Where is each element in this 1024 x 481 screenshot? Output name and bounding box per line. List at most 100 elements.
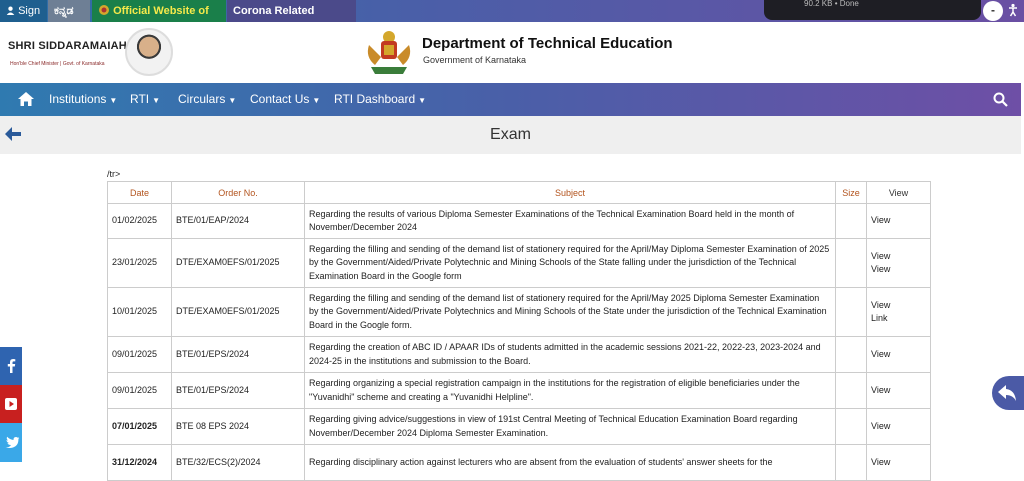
row-view-cell: View View bbox=[866, 238, 931, 288]
google-form-link[interactable]: Link bbox=[871, 312, 926, 326]
sign-in-link[interactable]: Sign In bbox=[0, 0, 47, 39]
youtube-icon bbox=[5, 398, 17, 410]
accessibility-icon[interactable] bbox=[1006, 3, 1020, 17]
youtube-share-button[interactable] bbox=[0, 385, 22, 423]
chevron-down-icon: ▼ bbox=[228, 96, 237, 105]
exam-circulars-table: Date Order No. Subject Size View 01/02/2… bbox=[107, 181, 931, 481]
chevron-down-icon: ▼ bbox=[312, 96, 321, 105]
table-row: 07/01/2025 BTE 08 EPS 2024 Regarding giv… bbox=[107, 408, 931, 445]
view-link[interactable]: View bbox=[871, 299, 926, 313]
row-order-no: DTE/EXAM0EFS/01/2025 bbox=[171, 287, 305, 337]
row-view-cell: View bbox=[866, 408, 931, 445]
row-subject: Regarding disciplinary action against le… bbox=[304, 444, 836, 481]
corona-info-link[interactable]: Corona Related Information bbox=[227, 0, 356, 39]
row-view-cell: View bbox=[866, 203, 931, 239]
main-navigation: Institutions ▼ RTI ▼ Circulars ▼ Contact Us… bbox=[0, 83, 1021, 116]
stray-markup-text: /tr> bbox=[107, 169, 121, 179]
row-date: 10/01/2025 bbox=[107, 287, 172, 337]
row-size bbox=[835, 287, 867, 337]
row-date: 07/01/2025 bbox=[107, 408, 172, 445]
view-link[interactable]: View bbox=[871, 215, 890, 225]
header-subject: Subject bbox=[304, 181, 836, 204]
gok-emblem-icon bbox=[99, 5, 109, 15]
share-button[interactable] bbox=[992, 376, 1024, 410]
view-link[interactable]: View bbox=[871, 349, 890, 359]
row-view-cell: View bbox=[866, 372, 931, 409]
nav-circulars-label: Circulars bbox=[178, 92, 226, 106]
table-row: 09/01/2025 BTE/01/EPS/2024 Regarding org… bbox=[107, 372, 931, 409]
view-link[interactable]: View bbox=[871, 250, 926, 264]
facebook-share-button[interactable] bbox=[0, 347, 22, 385]
home-icon[interactable] bbox=[18, 92, 34, 106]
download-status-text: 90.2 KB • Done bbox=[804, 0, 859, 8]
search-icon[interactable] bbox=[993, 92, 1008, 107]
page-title-bar: Exam bbox=[0, 116, 1021, 154]
site-header: SHRI SIDDARAMAIAH Hon'ble Chief Minister… bbox=[0, 22, 1024, 83]
row-order-no: BTE/32/ECS(2)/2024 bbox=[171, 444, 305, 481]
table-row: 01/02/2025 BTE/01/EAP/2024 Regarding the… bbox=[107, 203, 931, 239]
row-date: 09/01/2025 bbox=[107, 336, 172, 373]
row-view-cell: View bbox=[866, 444, 931, 481]
twitter-share-button[interactable] bbox=[0, 423, 22, 462]
nav-institutions-label: Institutions bbox=[49, 92, 107, 106]
decrease-font-button[interactable]: - bbox=[983, 1, 1003, 21]
row-order-no: BTE 08 EPS 2024 bbox=[171, 408, 305, 445]
view-link[interactable]: View bbox=[871, 385, 890, 395]
table-row: 31/12/2024 BTE/32/ECS(2)/2024 Regarding … bbox=[107, 444, 931, 481]
row-size bbox=[835, 336, 867, 373]
karnataka-emblem-logo bbox=[367, 31, 411, 74]
page-title: Exam bbox=[490, 126, 531, 143]
chevron-down-icon: ▼ bbox=[152, 96, 161, 105]
row-subject: Regarding giving advice/suggestions in v… bbox=[304, 408, 836, 445]
row-size bbox=[835, 238, 867, 288]
top-utility-bar: Sign In ಕನ್ನಡ Official Website of GoK Co… bbox=[0, 0, 1024, 39]
row-order-no: DTE/EXAM0EFS/01/2025 bbox=[171, 238, 305, 288]
department-subtitle: Government of Karnataka bbox=[423, 55, 527, 65]
chevron-down-icon: ▼ bbox=[109, 96, 118, 105]
gok-website-link[interactable]: Official Website of GoK bbox=[92, 0, 226, 39]
row-subject: Regarding the filling and sending of the… bbox=[304, 238, 836, 288]
twitter-icon bbox=[5, 436, 20, 449]
nav-rti-label: RTI bbox=[130, 92, 150, 106]
nav-contact-us-label: Contact Us bbox=[250, 92, 310, 106]
table-header-row: Date Order No. Subject Size View bbox=[107, 181, 931, 204]
row-date: 31/12/2024 bbox=[107, 444, 172, 481]
cm-title: Hon'ble Chief Minister | Govt. of Karnat… bbox=[10, 61, 105, 67]
table-row: 09/01/2025 BTE/01/EPS/2024 Regarding the… bbox=[107, 336, 931, 373]
row-size bbox=[835, 408, 867, 445]
cm-name: SHRI SIDDARAMAIAH bbox=[8, 40, 127, 52]
chevron-down-icon: ▼ bbox=[418, 96, 427, 105]
row-order-no: BTE/01/EPS/2024 bbox=[171, 336, 305, 373]
reply-arrow-icon bbox=[998, 385, 1016, 401]
row-subject: Regarding the creation of ABC ID / APAAR… bbox=[304, 336, 836, 373]
department-title: Department of Technical Education bbox=[422, 35, 673, 52]
header-size: Size bbox=[835, 181, 867, 204]
row-size bbox=[835, 203, 867, 239]
view-link-2[interactable]: View bbox=[871, 263, 926, 277]
row-size bbox=[835, 444, 867, 481]
nav-rti-dashboard-label: RTI Dashboard bbox=[334, 92, 416, 106]
kannada-language-link[interactable]: ಕನ್ನಡ bbox=[48, 0, 90, 22]
row-date: 01/02/2025 bbox=[107, 203, 172, 239]
download-status-popup: 90.2 KB • Done bbox=[764, 0, 981, 20]
row-view-cell: View bbox=[866, 336, 931, 373]
table-row: 23/01/2025 DTE/EXAM0EFS/01/2025 Regardin… bbox=[107, 238, 931, 288]
row-subject: Regarding organizing a special registrat… bbox=[304, 372, 836, 409]
row-size bbox=[835, 372, 867, 409]
row-date: 23/01/2025 bbox=[107, 238, 172, 288]
nav-rti-dashboard[interactable]: RTI Dashboard ▼ bbox=[334, 92, 426, 106]
table-row: 10/01/2025 DTE/EXAM0EFS/01/2025 Regardin… bbox=[107, 287, 931, 337]
nav-circulars[interactable]: Circulars ▼ bbox=[178, 92, 236, 106]
row-view-cell: View Link bbox=[866, 287, 931, 337]
row-subject: Regarding the filling and sending of the… bbox=[304, 287, 836, 337]
facebook-icon bbox=[7, 359, 16, 373]
row-subject: Regarding the results of various Diploma… bbox=[304, 203, 836, 239]
user-icon bbox=[6, 6, 15, 15]
nav-institutions[interactable]: Institutions ▼ bbox=[49, 92, 117, 106]
header-view: View bbox=[866, 181, 931, 204]
view-link[interactable]: View bbox=[871, 421, 890, 431]
row-date: 09/01/2025 bbox=[107, 372, 172, 409]
nav-contact-us[interactable]: Contact Us ▼ bbox=[250, 92, 320, 106]
header-order-no: Order No. bbox=[171, 181, 305, 204]
nav-rti[interactable]: RTI ▼ bbox=[130, 92, 160, 106]
